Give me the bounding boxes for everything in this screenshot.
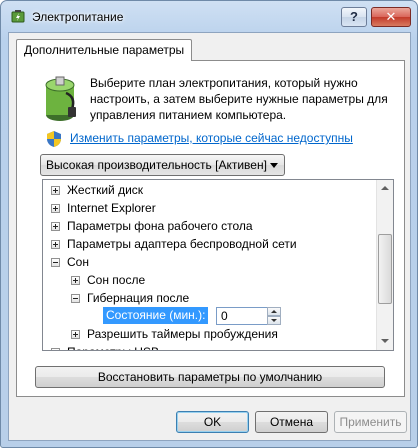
tree-item-label: Параметры фона рабочего стола: [67, 219, 253, 233]
tree-item-label: Жесткий диск: [67, 183, 144, 197]
tree-item-label: Разрешить таймеры пробуждения: [87, 327, 278, 341]
window-title: Электропитание: [32, 10, 124, 24]
cancel-button[interactable]: Отмена: [255, 411, 328, 433]
expand-plus-icon[interactable]: [51, 222, 60, 231]
setting-label-selected: Состояние (мин.):: [103, 307, 209, 324]
hibernate-minutes-input[interactable]: [216, 307, 268, 325]
tree-item-label: Параметры адаптера беспроводной сети: [67, 237, 297, 251]
tree-item-label: Сон после: [87, 273, 146, 287]
expand-plus-icon[interactable]: [51, 204, 60, 213]
minutes-spinner[interactable]: [267, 307, 281, 325]
tree-item-label: Параметры USB: [67, 343, 159, 350]
apply-button[interactable]: Применить: [334, 411, 407, 433]
scroll-up-icon[interactable]: [377, 180, 393, 197]
scroll-down-icon[interactable]: [377, 333, 393, 350]
collapse-minus-icon[interactable]: [71, 294, 80, 303]
tab-advanced-settings[interactable]: Дополнительные параметры: [16, 39, 193, 61]
tree-item-label: Сон: [67, 255, 89, 269]
plan-description: Выберите план электропитания, который ну…: [90, 76, 388, 122]
advanced-settings-panel: Выберите план электропитания, который ну…: [16, 60, 405, 397]
chevron-down-icon: [270, 163, 278, 168]
uac-shield-icon: [47, 131, 61, 147]
title-bar[interactable]: Электропитание ? ✕: [1, 1, 417, 31]
power-plan-icon: [11, 10, 25, 23]
change-unavailable-settings-link[interactable]: Изменить параметры, которые сейчас недос…: [70, 131, 353, 145]
power-plan-select-value: Высокая производительность [Активен]: [46, 158, 267, 172]
expand-plus-icon[interactable]: [51, 240, 60, 249]
spin-down-icon[interactable]: [267, 316, 281, 325]
collapse-minus-icon[interactable]: [51, 258, 60, 267]
battery-power-icon: [45, 76, 76, 121]
tree-scrollbar[interactable]: [376, 180, 393, 350]
expand-plus-icon[interactable]: [51, 348, 60, 350]
expand-plus-icon[interactable]: [71, 276, 80, 285]
help-button[interactable]: ?: [341, 7, 367, 27]
restore-defaults-button[interactable]: Восстановить параметры по умолчанию: [35, 366, 385, 388]
close-button[interactable]: ✕: [371, 7, 411, 27]
expand-plus-icon[interactable]: [51, 186, 60, 195]
ok-button[interactable]: OK: [176, 411, 249, 433]
power-plan-select[interactable]: Высокая производительность [Активен]: [40, 154, 285, 176]
settings-tree: Жесткий диск Internet Explorer Параметры…: [42, 179, 394, 351]
dialog-client-area: Дополнительные параметры Выберите план э…: [8, 32, 411, 441]
power-options-window: Электропитание ? ✕ Дополнительные параме…: [0, 0, 418, 448]
tree-item-label: Internet Explorer: [67, 201, 156, 215]
spin-up-icon[interactable]: [267, 307, 281, 316]
scrollbar-thumb[interactable]: [378, 234, 392, 304]
tree-item-label: Гибернация после: [87, 291, 190, 305]
tree-item-hibernate-setting[interactable]: Состояние (мин.):: [103, 307, 283, 325]
expand-plus-icon[interactable]: [71, 330, 80, 339]
